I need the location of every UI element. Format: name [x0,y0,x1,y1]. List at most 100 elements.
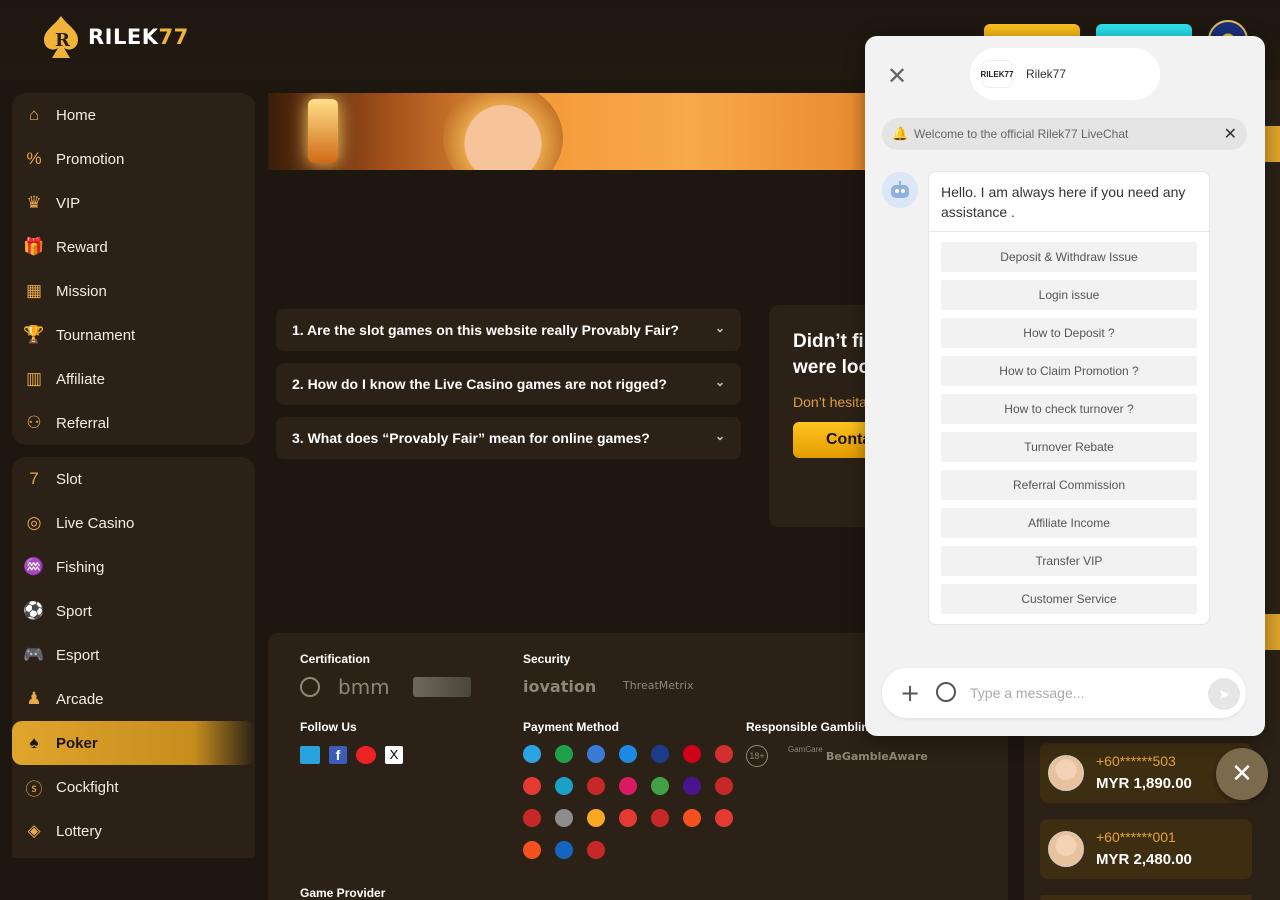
chevron-down-icon: ⌄ [714,429,725,443]
sidebar-item-esport[interactable]: 🎮 Esport [12,633,255,677]
sidebar-item-label: Referral [56,414,110,432]
faq-item[interactable]: 2. How do I know the Live Casino games a… [276,363,741,405]
avatar [1048,755,1084,791]
site-logo[interactable]: R RILEK77 [38,14,189,60]
message-input[interactable] [970,681,1190,705]
sidebar-item-label: Slot [56,470,82,488]
facebook-icon[interactable]: f [329,746,347,764]
chat-toggle-close-button[interactable]: ✕ [1216,748,1268,800]
sidebar-item-poker[interactable]: ♠ Poker [12,721,255,765]
threatmetrix-logo: ThreatMetrix [623,679,694,692]
logo-text: RILEK77 [88,25,189,49]
youtube-icon[interactable] [356,746,376,764]
welcome-text: Welcome to the official Rilek77 LiveChat [914,127,1129,141]
contact-card: Didn’t find what you were looking for? D… [769,305,869,527]
sidebar-item-arcade[interactable]: ♟ Arcade [12,677,255,721]
attach-plus-icon[interactable]: + [900,679,920,707]
contact-button[interactable]: Contact [793,422,869,458]
quick-reply-option[interactable]: How to check turnover ? [941,394,1197,424]
people-icon: ⚇ [26,413,42,432]
winner-card: +60******001 MYR 2,480.00 [1040,819,1252,879]
payment-logo-icon [555,841,573,859]
payment-logo-icon [715,809,733,827]
quick-reply-option[interactable]: Affiliate Income [941,508,1197,538]
sidebar-item-tournament[interactable]: 🏆 Tournament [12,313,255,357]
sidebar-item-promotion[interactable]: % Promotion [12,137,255,181]
telegram-icon[interactable] [300,746,320,764]
payment-logo-icon [619,777,637,795]
sidebar-item-affiliate[interactable]: ▥ Affiliate [12,357,255,401]
payment-logo-icon [683,809,701,827]
payment-logo-icon [651,777,669,795]
certification-label: Certification [300,652,371,666]
emoji-icon[interactable] [936,682,956,702]
chat-composer: + ➤ [882,668,1246,718]
quick-reply-option[interactable]: How to Deposit ? [941,318,1197,348]
faq-question: 2. How do I know the Live Casino games a… [292,376,667,392]
dismiss-notice-icon[interactable]: ✕ [1224,124,1237,144]
sidebar-item-live-casino[interactable]: ◎ Live Casino [12,501,255,545]
sidebar-item-lottery[interactable]: ◈ Lottery [12,809,255,853]
x-icon[interactable]: X [385,746,403,764]
sidebar-item-reward[interactable]: 🎁 Reward [12,225,255,269]
cards-icon: ♠ [29,733,39,752]
game-provider-label: Game Provider [300,886,386,900]
payment-logo-icon [555,809,573,827]
contact-text: Don’t hesitate to contact us! we will [793,394,869,410]
quick-reply-option[interactable]: Transfer VIP [941,546,1197,576]
responsible-gambling-label: Responsible Gambling [746,720,877,734]
faq-item[interactable]: 3. What does “Provably Fair” mean for on… [276,417,741,459]
agent-name: Rilek77 [1026,67,1067,81]
sidebar-item-label: Esport [56,646,100,664]
sidebar-item-referral[interactable]: ⚇ Referral [12,401,255,445]
sidebar-item-home[interactable]: ⌂ Home [12,93,255,137]
faq-item[interactable]: 1. Are the slot games on this website re… [276,309,741,351]
percent-icon: % [26,149,42,168]
sidebar-item-label: Cockfight [56,778,119,796]
joystick-icon: ♟ [26,689,42,708]
payment-method-label: Payment Method [523,720,620,734]
sidebar-item-fishing[interactable]: ♒ Fishing [12,545,255,589]
itech-labs-logo [300,677,320,697]
sidebar-item-mission[interactable]: ▦ Mission [12,269,255,313]
sidebar-item-label: Fishing [56,558,105,576]
payment-logo-icon [523,809,541,827]
quick-reply-option[interactable]: Deposit & Withdraw Issue [941,242,1197,272]
payment-logo-icon [651,745,669,763]
ball-icon: ⚽ [23,601,45,620]
sidebar-item-vip[interactable]: ♛ VIP [12,181,255,225]
payment-logo-icon [619,745,637,763]
trophy-icon: 🏆 [23,325,45,344]
sidebar-item-sport[interactable]: ⚽ Sport [12,589,255,633]
quick-reply-option[interactable]: Login issue [941,280,1197,310]
bmm-logo: bmm [338,675,390,699]
promo-banner[interactable] [268,93,868,170]
payment-logo-icon [715,777,733,795]
quick-reply-option[interactable]: How to Claim Promotion ? [941,356,1197,386]
agent-logo: RILEK77 [981,60,1013,88]
send-icon[interactable]: ➤ [1208,678,1240,710]
sidebar-item-label: Reward [56,238,108,256]
quick-reply-option[interactable]: Turnover Rebate [941,432,1197,462]
winner-amount: MYR 1,890.00 [1096,775,1192,792]
quick-reply-option[interactable]: Customer Service [941,584,1197,614]
chevron-down-icon: ⌄ [714,321,725,335]
banner-model-image [443,93,563,170]
sidebar-game-nav: 7 Slot ◎ Live Casino ♒ Fishing ⚽ Sport 🎮 Esport ♟ A… [12,457,255,858]
welcome-notice: 🔔 Welcome to the official Rilek77 LiveCh… [882,118,1247,150]
home-icon: ⌂ [28,105,40,124]
sidebar-item-cockfight[interactable]: ⓢ Cockfight [12,765,255,809]
close-icon[interactable]: ✕ [887,62,907,90]
payment-logo-icon [683,777,701,795]
payment-logo-icon [523,841,541,859]
payment-logo-icon [587,841,605,859]
quick-reply-option[interactable]: Referral Commission [941,470,1197,500]
gift-icon: 🎁 [23,237,45,256]
bot-message: Hello. I am always here if you need any … [928,171,1210,625]
sidebar-item-label: Affiliate [56,370,105,388]
logo-mark-icon: R [44,16,78,58]
sidebar-item-slot[interactable]: 7 Slot [12,457,255,501]
payment-logo-icon [587,777,605,795]
bot-avatar-icon [882,172,918,208]
payment-logo-icon [683,745,701,763]
